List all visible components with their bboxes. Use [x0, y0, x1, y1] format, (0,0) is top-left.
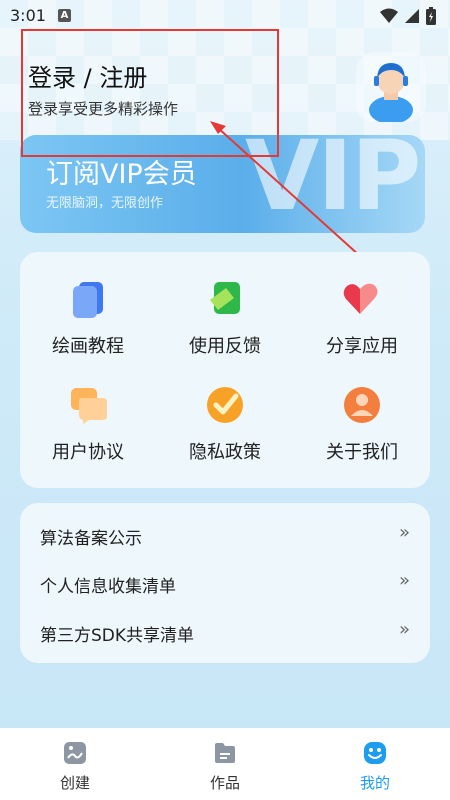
tab-label: 我的	[359, 774, 390, 792]
shield-check-icon	[207, 387, 243, 423]
grid-item-label: 隐私政策	[189, 442, 261, 463]
chevron-right-icon: »	[398, 570, 410, 591]
book-icon	[73, 282, 103, 318]
list-item-label: 第三方SDK共享清单	[40, 626, 195, 646]
grid-item-label: 关于我们	[326, 442, 398, 463]
list-item-label: 个人信息收集清单	[40, 577, 176, 597]
grid-item-share-app[interactable]: 分享应用	[294, 278, 430, 358]
grid-item-label: 使用反馈	[189, 336, 261, 357]
image-icon	[64, 742, 86, 764]
tab-create[interactable]: 创建	[30, 740, 120, 793]
list-item-algorithm-filing[interactable]: 算法备案公示 »	[40, 520, 410, 550]
list-item-label: 算法备案公示	[40, 529, 142, 549]
list-item-personal-info[interactable]: 个人信息收集清单 »	[40, 568, 410, 598]
smiley-icon	[364, 742, 386, 764]
grid-item-drawing-tutorial[interactable]: 绘画教程	[20, 278, 156, 358]
grid-item-user-agreement[interactable]: 用户协议	[20, 384, 156, 464]
tab-works[interactable]: 作品	[180, 740, 270, 793]
grid-item-label: 分享应用	[326, 336, 398, 357]
grid-item-feedback[interactable]: 使用反馈	[157, 278, 293, 358]
feedback-icon	[210, 282, 240, 314]
tab-mine[interactable]: 我的	[330, 740, 420, 793]
tab-label: 作品	[209, 774, 240, 792]
heart-icon	[343, 283, 378, 314]
person-icon	[344, 387, 380, 423]
grid-item-label: 用户协议	[52, 442, 124, 463]
chat-icon	[71, 388, 107, 424]
chevron-right-icon: »	[398, 522, 410, 543]
tab-label: 创建	[59, 774, 90, 792]
grid-item-privacy-policy[interactable]: 隐私政策	[157, 384, 293, 464]
grid-item-label: 绘画教程	[52, 336, 124, 357]
chevron-right-icon: »	[398, 619, 410, 640]
folder-icon	[215, 743, 235, 763]
bottom-navigation: 创建 作品 我的	[0, 728, 450, 800]
grid-item-about-us[interactable]: 关于我们	[294, 384, 430, 464]
list-item-third-party-sdk[interactable]: 第三方SDK共享清单 »	[40, 617, 410, 647]
